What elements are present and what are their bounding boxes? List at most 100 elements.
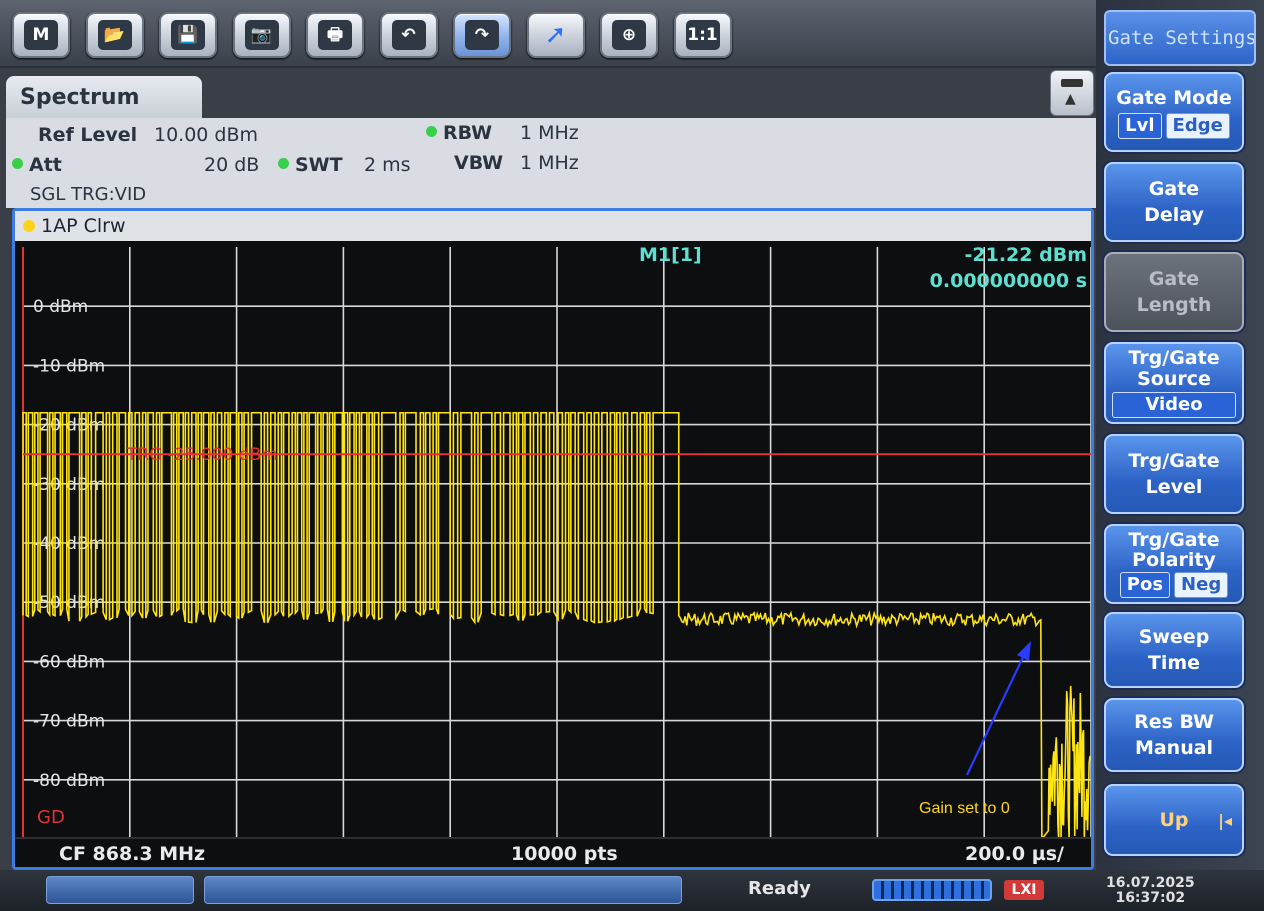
trigger-mode-indicator: SGL TRG:VID [30,184,147,205]
y-axis-tick-label: -60 dBm [33,652,105,672]
marker-level: -21.22 dBm [965,244,1087,266]
save-button[interactable]: 💾 [159,12,217,58]
res-bw-line2: Manual [1134,737,1214,759]
status-field-2[interactable] [204,876,682,904]
gate-mode-softkey[interactable]: Gate Mode Lvl Edge [1104,72,1244,152]
zoom-reset-button[interactable]: 1:1 [673,12,732,58]
y-axis-tick-label: -80 dBm [33,771,105,791]
trg-source-line1: Trg/Gate [1128,347,1220,369]
spectrum-diagram: 1AP Clrw 0 dBm -10 dBm -20 dBm -30 dBm -40 d… [12,208,1094,870]
marker-time: 0.000000000 s [930,270,1087,292]
redo-button[interactable]: ↷ [453,12,511,58]
gate-delay-line1: Gate [1148,178,1200,200]
measurement-settings-bar: Ref Level 10.00 dBm Att 20 dB SWT 2 ms R… [6,118,1096,208]
y-axis-tick-label: -10 dBm [33,356,105,376]
lxi-logo: LXI [1004,880,1044,900]
polarity-neg-option[interactable]: Neg [1174,572,1229,598]
gate-delay-line2: Delay [1144,204,1204,226]
trace-plot[interactable]: 0 dBm-10 dBm-20 dBm-30 dBm-40 dBm-50 dBm… [15,241,1091,841]
pointer-icon: ➚ [544,20,567,50]
trg-gate-source-softkey[interactable]: Trg/Gate Source Video [1104,342,1244,424]
rbw-value[interactable]: 1 MHz [520,122,579,144]
rbw-status-dot-icon [426,126,437,137]
res-bw-line1: Res BW [1134,711,1214,733]
print-button[interactable]: 🖶 [306,12,364,58]
trace-color-dot-icon [23,220,35,232]
gate-mode-edge-option[interactable]: Edge [1165,113,1230,139]
trg-level-line1: Trg/Gate [1128,450,1220,472]
date-time: 16.07.2025 16:37:02 [1106,876,1195,906]
undo-icon: ↶ [391,20,426,50]
swt-label: SWT [295,154,343,176]
ref-level-value[interactable]: 10.00 dBm [154,124,258,146]
trigger-level-label: TRG -25.000 dBm [126,445,278,465]
toolbar: M 📂 💾 📷 🖶 ↶ ↷ ➚ ⊕ 1:1 [0,0,1100,68]
att-label: Att [29,154,62,176]
res-bw-manual-softkey[interactable]: Res BW Manual [1104,698,1244,772]
trg-source-video-value[interactable]: Video [1112,392,1236,418]
mode-icon: M [24,20,58,50]
annotation-text: Gain set to 0 [919,800,1010,817]
layout-bar-icon [1061,79,1083,87]
gate-mode-level-option[interactable]: Lvl [1118,113,1162,139]
sweep-time-softkey[interactable]: Sweep Time [1104,612,1244,688]
softkey-menu-title: Gate Settings [1104,10,1256,66]
att-value[interactable]: 20 dB [204,154,259,176]
sweep-time-line2: Time [1147,652,1201,674]
vbw-value[interactable]: 1 MHz [520,152,579,174]
ready-status: Ready [748,878,811,899]
trg-source-line2: Source [1137,368,1211,390]
status-field-1[interactable] [46,876,194,904]
gate-mode-label: Gate Mode [1116,87,1232,109]
rbw-label: RBW [443,122,493,144]
diagram-footer: CF 868.3 MHz 10000 pts 200.0 µs/ [15,837,1091,867]
gate-delay-softkey[interactable]: Gate Delay [1104,162,1244,242]
trg-polarity-line2: Polarity [1132,549,1216,571]
trg-level-line2: Level [1145,476,1203,498]
undo-button[interactable]: ↶ [379,12,438,58]
up-label: Up [1159,809,1189,831]
open-folder-button[interactable]: 📂 [85,12,144,58]
expand-up-icon: ▲ [1065,91,1076,107]
gate-length-softkey[interactable]: Gate Length [1104,252,1244,332]
swt-value[interactable]: 2 ms [364,154,411,176]
y-axis-tick-label: -70 dBm [33,712,105,732]
trace-label-bar: 1AP Clrw [15,211,1091,241]
y-axis-tick-label: 0 dBm [33,297,88,317]
trg-gate-polarity-softkey[interactable]: Trg/Gate Polarity Pos Neg [1104,524,1244,604]
screenshot-icon: 📷 [244,20,279,50]
trace-label[interactable]: 1AP Clrw [41,215,125,237]
gate-length-line2: Length [1136,294,1212,316]
zoom-reset-icon: 1:1 [685,20,720,50]
sweep-points-label[interactable]: 10000 pts [511,843,618,865]
swt-status-dot-icon [278,158,289,169]
open-folder-icon: 📂 [97,20,132,50]
spectrum-tab[interactable]: Spectrum [6,76,202,120]
zoom-button[interactable]: ⊕ [600,12,658,58]
mode-button[interactable]: M [12,12,70,58]
up-softkey[interactable]: Up |◂ [1104,784,1244,856]
trg-polarity-line1: Trg/Gate [1128,529,1220,551]
att-status-dot-icon [12,158,23,169]
gate-length-line1: Gate [1148,268,1200,290]
status-bar: Ready LXI 16.07.2025 16:37:02 [0,870,1264,911]
save-icon: 💾 [171,20,205,50]
menu-up-arrow-icon: |◂ [1218,811,1232,830]
status-date: 16.07.2025 [1106,875,1195,891]
trg-gate-level-softkey[interactable]: Trg/Gate Level [1104,434,1244,514]
marker-name[interactable]: M1[1] [639,244,702,266]
vbw-label: VBW [454,152,504,174]
gate-indicator: GD [37,807,65,828]
pointer-button[interactable]: ➚ [526,12,585,58]
redo-icon: ↷ [465,20,499,50]
time-per-division-label[interactable]: 200.0 µs/ [965,843,1064,865]
zoom-icon: ⊕ [612,20,646,50]
screenshot-button[interactable]: 📷 [232,12,291,58]
polarity-pos-option[interactable]: Pos [1119,572,1171,598]
window-layout-button[interactable]: ▲ [1050,70,1094,116]
progress-meter [872,879,992,901]
center-frequency-label[interactable]: CF 868.3 MHz [59,843,205,865]
print-icon: 🖶 [318,20,352,50]
ref-level-label: Ref Level [38,124,138,146]
softkey-panel: Gate Settings Gate Mode Lvl Edge Gate De… [1096,0,1264,870]
